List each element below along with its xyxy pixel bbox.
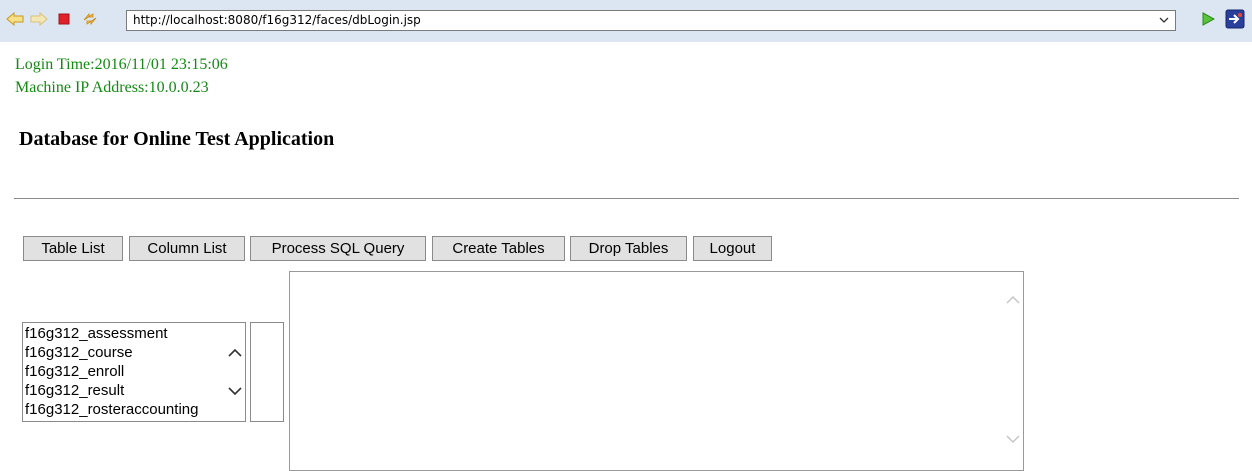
page-title: Database for Online Test Application [19, 128, 335, 150]
scroll-down-icon[interactable] [227, 384, 243, 398]
list-item[interactable]: f16g312_result [25, 382, 124, 399]
list-item[interactable]: f16g312_enroll [25, 363, 124, 380]
scroll-down-icon[interactable] [1005, 432, 1021, 446]
column-list-button[interactable]: Column List [129, 236, 245, 261]
list-item[interactable]: f16g312_rosteraccounting [25, 401, 198, 418]
address-bar[interactable]: http://localhost:8080/f16g312/faces/dbLo… [126, 10, 1176, 31]
table-list-button[interactable]: Table List [23, 236, 123, 261]
create-tables-button[interactable]: Create Tables [432, 236, 565, 261]
scroll-up-icon[interactable] [227, 345, 243, 359]
divider [14, 198, 1239, 199]
drop-tables-button[interactable]: Drop Tables [570, 236, 687, 261]
list-item[interactable]: f16g312_assessment [25, 325, 168, 342]
browser-toolbar: http://localhost:8080/f16g312/faces/dbLo… [0, 0, 1252, 42]
launch-browser-icon[interactable] [1225, 9, 1245, 29]
list-item[interactable]: f16g312_course [25, 344, 133, 361]
column-listbox[interactable] [250, 322, 284, 422]
refresh-icon[interactable] [81, 10, 99, 28]
logout-button[interactable]: Logout [693, 236, 772, 261]
url-dropdown-icon[interactable] [1157, 13, 1171, 28]
scroll-up-icon[interactable] [1005, 292, 1021, 306]
stop-icon[interactable] [55, 10, 73, 28]
forward-arrow-icon[interactable] [30, 10, 48, 28]
login-time: Login Time:2016/11/01 23:15:06 [15, 56, 228, 73]
machine-ip: Machine IP Address:10.0.0.23 [15, 79, 209, 96]
back-arrow-icon[interactable] [6, 10, 24, 28]
process-sql-query-button[interactable]: Process SQL Query [250, 236, 426, 261]
sql-query-textarea[interactable] [289, 271, 1024, 471]
go-icon[interactable] [1199, 10, 1217, 28]
table-listbox[interactable]: f16g312_assessment f16g312_course f16g31… [22, 322, 246, 422]
url-text[interactable]: http://localhost:8080/f16g312/faces/dbLo… [133, 13, 421, 27]
